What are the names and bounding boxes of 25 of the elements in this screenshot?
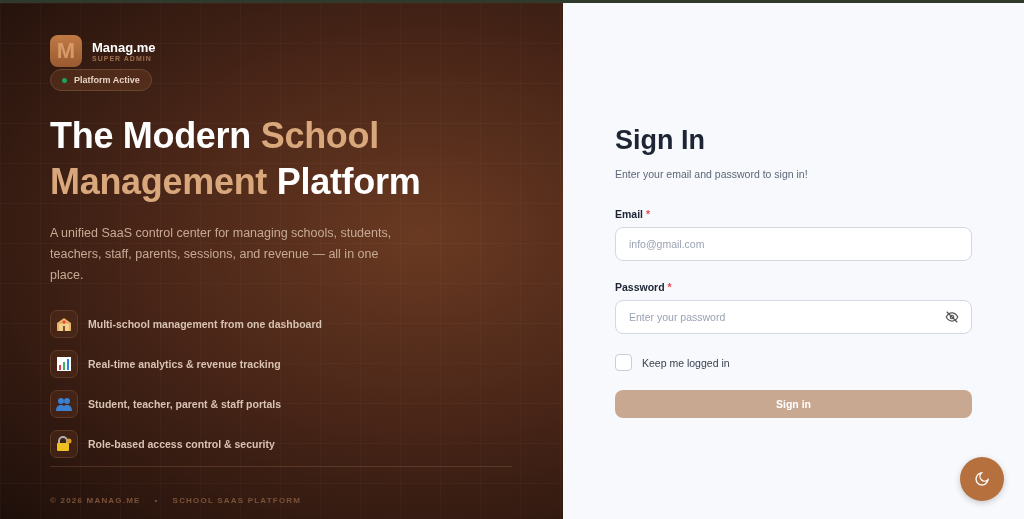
form-title: Sign In <box>615 125 706 156</box>
feature-label: Student, teacher, parent & staff portals <box>88 398 282 410</box>
remember-checkbox[interactable] <box>615 354 632 371</box>
school-icon <box>56 316 72 332</box>
description: A unified SaaS control center for managing schools, students, teachers, staff, parents, sessions, and revenue — all in one place. <box>50 225 393 284</box>
people-icon <box>56 396 72 412</box>
lock-icon <box>56 436 72 452</box>
remember-label: Keep me logged in <box>642 356 730 369</box>
feature-label: Real-time analytics & revenue tracking <box>88 358 281 370</box>
footer-text: © 2026 MANAG.ME <box>50 496 141 505</box>
form-subtitle: Enter your email and password to sign in! <box>615 168 809 180</box>
eye-off-icon[interactable] <box>945 310 959 324</box>
status-badge: Platform Active <box>50 69 152 91</box>
field-label: Email * <box>615 208 652 220</box>
headline: The Modern School Management Platform <box>50 114 422 204</box>
footer-text: SCHOOL SAAS PLATFORM <box>172 496 302 505</box>
email-field[interactable]: info@gmail.com <box>615 227 972 261</box>
bar-chart-icon <box>56 356 72 372</box>
field-label: Password * <box>615 281 673 293</box>
password-field[interactable]: Enter your password <box>615 300 972 334</box>
brand-name: Manag.me <box>92 40 156 55</box>
footer-text: • <box>154 496 159 505</box>
feature-label: Role-based access control & security <box>88 438 275 450</box>
moon-icon <box>974 471 990 487</box>
feature-label: Multi-school management from one dashboard <box>88 318 322 330</box>
